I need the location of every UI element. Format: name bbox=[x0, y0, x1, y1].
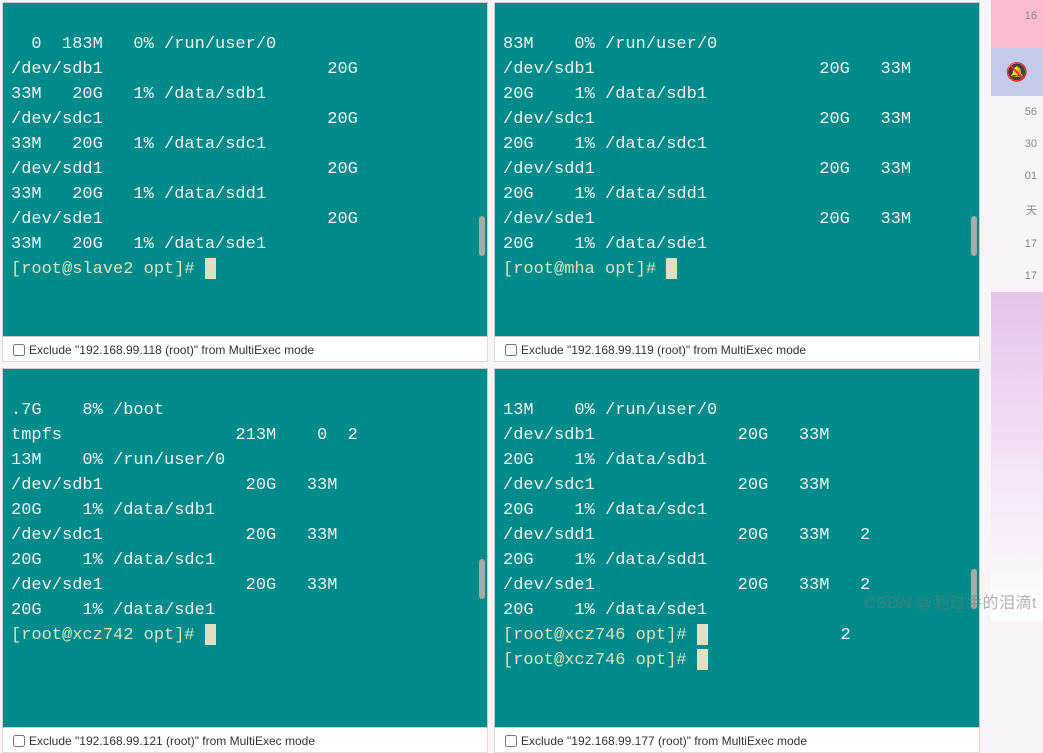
scrollbar-thumb[interactable] bbox=[479, 216, 485, 256]
terminal-grid: 0 183M 0% /run/user/0 /dev/sdb1 20G 33M … bbox=[0, 0, 990, 617]
cursor-icon bbox=[666, 258, 677, 279]
exclude-checkbox[interactable] bbox=[13, 344, 25, 356]
exclude-label: Exclude "192.168.99.118 (root)" from Mul… bbox=[29, 343, 314, 357]
sidebar-item[interactable]: 30 bbox=[991, 128, 1043, 160]
sidebar-item[interactable]: 17 bbox=[991, 260, 1043, 292]
term-output: 0 183M 0% /run/user/0 /dev/sdb1 20G 33M … bbox=[11, 35, 358, 254]
cursor-icon bbox=[697, 624, 708, 645]
sidebar-item[interactable]: 天 bbox=[991, 192, 1043, 228]
shell-prompt: [root@slave2 opt]# bbox=[11, 260, 205, 279]
shell-prompt: [root@mha opt]# bbox=[503, 260, 666, 279]
exclude-checkbox[interactable] bbox=[505, 344, 517, 356]
scrollbar-thumb[interactable] bbox=[971, 216, 977, 256]
cursor-icon bbox=[697, 649, 708, 670]
term-output: .7G 8% /boot tmpfs 213M 0 2 13M 0% /run/… bbox=[11, 401, 358, 620]
sidebar-bell[interactable]: 🔕 bbox=[991, 48, 1043, 96]
sidebar-item[interactable]: 17 bbox=[991, 228, 1043, 260]
app-sidebar: 16 🔕 56 30 01 天 17 17 bbox=[991, 0, 1043, 621]
exclude-bar[interactable]: Exclude "192.168.99.119 (root)" from Mul… bbox=[494, 337, 980, 362]
scrollbar-thumb[interactable] bbox=[971, 569, 977, 609]
pane-top-left: 0 183M 0% /run/user/0 /dev/sdb1 20G 33M … bbox=[2, 2, 488, 362]
exclude-label: Exclude "192.168.99.177 (root)" from Mul… bbox=[521, 734, 807, 748]
pane-bottom-right: 13M 0% /run/user/0 /dev/sdb1 20G 33M 20G… bbox=[494, 368, 980, 753]
exclude-bar[interactable]: Exclude "192.168.99.177 (root)" from Mul… bbox=[494, 728, 980, 753]
sidebar-item[interactable]: 01 bbox=[991, 160, 1043, 192]
sidebar-item[interactable]: 56 bbox=[991, 96, 1043, 128]
exclude-bar[interactable]: Exclude "192.168.99.118 (root)" from Mul… bbox=[2, 337, 488, 362]
bell-off-icon: 🔕 bbox=[1006, 62, 1028, 83]
shell-prompt: [root@xcz746 opt]# bbox=[503, 651, 697, 670]
shell-prompt: [root@xcz742 opt]# bbox=[11, 626, 205, 645]
exclude-label: Exclude "192.168.99.119 (root)" from Mul… bbox=[521, 343, 806, 357]
terminal-mha[interactable]: 83M 0% /run/user/0 /dev/sdb1 20G 33M 20G… bbox=[494, 2, 980, 337]
shell-prompt: [root@xcz746 opt]# bbox=[503, 626, 697, 645]
exclude-bar[interactable]: Exclude "192.168.99.121 (root)" from Mul… bbox=[2, 728, 488, 753]
term-output: 83M 0% /run/user/0 /dev/sdb1 20G 33M 20G… bbox=[503, 35, 911, 254]
sidebar-item[interactable]: 16 bbox=[991, 0, 1043, 48]
pane-bottom-left: .7G 8% /boot tmpfs 213M 0 2 13M 0% /run/… bbox=[2, 368, 488, 753]
terminal-xcz742[interactable]: .7G 8% /boot tmpfs 213M 0 2 13M 0% /run/… bbox=[2, 368, 488, 728]
exclude-checkbox[interactable] bbox=[13, 735, 25, 747]
term-output: 13M 0% /run/user/0 /dev/sdb1 20G 33M 20G… bbox=[503, 401, 870, 620]
exclude-label: Exclude "192.168.99.121 (root)" from Mul… bbox=[29, 734, 315, 748]
terminal-slave2[interactable]: 0 183M 0% /run/user/0 /dev/sdb1 20G 33M … bbox=[2, 2, 488, 337]
exclude-checkbox[interactable] bbox=[505, 735, 517, 747]
trail-text: 2 bbox=[840, 626, 850, 645]
scrollbar-thumb[interactable] bbox=[479, 559, 485, 599]
terminal-xcz746[interactable]: 13M 0% /run/user/0 /dev/sdb1 20G 33M 20G… bbox=[494, 368, 980, 728]
pane-top-right: 83M 0% /run/user/0 /dev/sdb1 20G 33M 20G… bbox=[494, 2, 980, 362]
cursor-icon bbox=[205, 258, 216, 279]
cursor-icon bbox=[205, 624, 216, 645]
